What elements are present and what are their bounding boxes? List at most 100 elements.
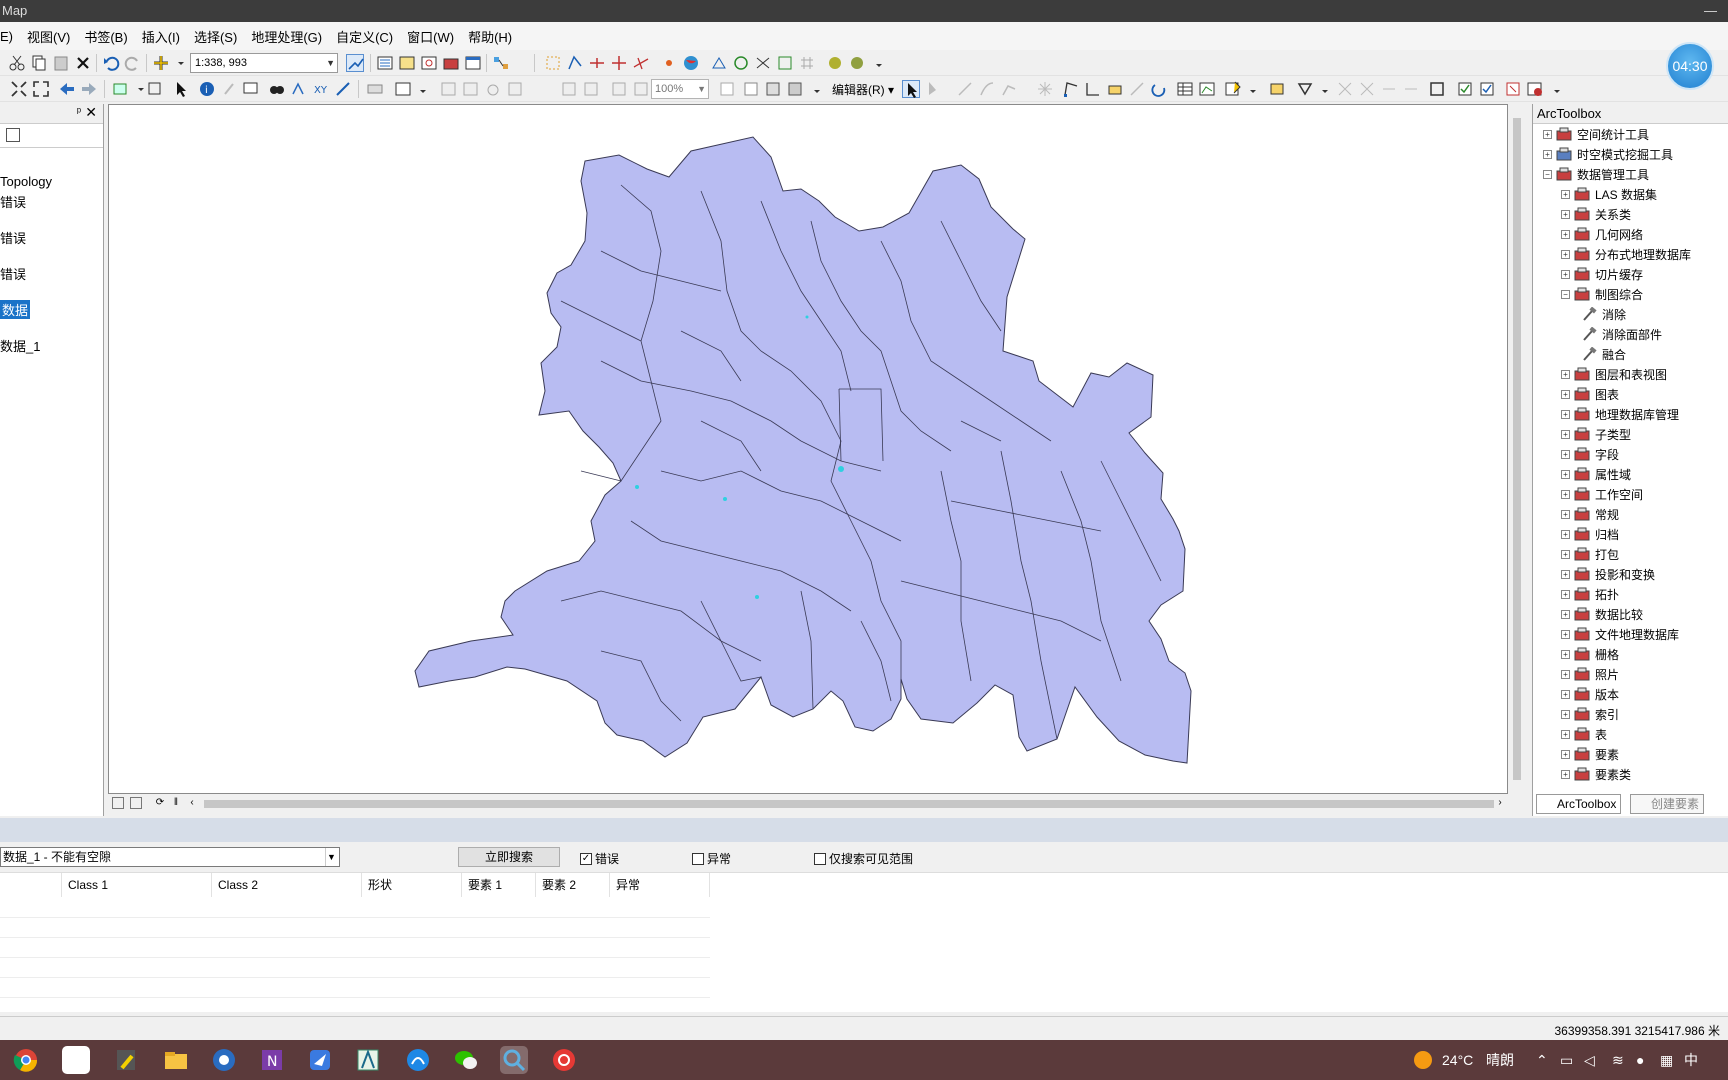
expand-icon[interactable]: + [1561, 489, 1570, 499]
expand-icon[interactable]: + [1561, 509, 1570, 519]
toolbox-item-10[interactable]: 消除面部件 [1581, 324, 1662, 344]
expand-icon[interactable]: + [1561, 609, 1570, 619]
search-window-icon[interactable] [420, 54, 438, 72]
expand-icon[interactable]: + [1561, 229, 1570, 239]
arctoolbox-icon[interactable] [442, 54, 460, 72]
refresh-icon[interactable]: ⟳ [154, 797, 166, 809]
checkbox-icon[interactable] [814, 852, 826, 865]
toolbox-item-5[interactable]: + 几何网络 [1561, 224, 1643, 244]
sketch-properties-icon[interactable] [1198, 80, 1216, 98]
toolbox-item-2[interactable]: − 数据管理工具 [1543, 164, 1649, 184]
menu-bookmarks[interactable]: 书签(B) [84, 27, 127, 46]
layout-view-icon[interactable] [130, 797, 142, 809]
table-of-contents-icon[interactable] [376, 54, 394, 72]
topology-select-icon[interactable] [1296, 80, 1314, 98]
delete-icon[interactable] [74, 54, 92, 72]
toc-layer-topology[interactable]: Topology [0, 174, 52, 189]
toolbox-item-17[interactable]: + 属性域 [1561, 464, 1631, 484]
time-slider-icon[interactable] [366, 80, 384, 98]
fixed-zoom-in-icon[interactable] [560, 80, 578, 98]
split-icon[interactable] [1128, 80, 1146, 98]
identify-icon[interactable]: i [198, 80, 216, 98]
rule-select[interactable]: 数据_1 - 不能有空隙 ▼ [0, 847, 340, 867]
tab-arctoolbox[interactable]: ArcToolbox [1536, 794, 1622, 814]
scroll-right-icon[interactable]: › [1494, 797, 1506, 809]
map-horizontal-scrollbar[interactable] [204, 800, 1494, 808]
chevron-down-icon[interactable] [1316, 80, 1328, 98]
undo-icon[interactable] [102, 54, 120, 72]
toggle-draft-icon[interactable] [718, 80, 736, 98]
toc-layer-data-1[interactable]: 数据_1 [0, 336, 40, 355]
validate-area-icon[interactable] [1456, 80, 1474, 98]
close-icon[interactable]: ✕ [85, 104, 97, 121]
zoom-out-fixed-icon[interactable] [32, 80, 50, 98]
data-view-icon[interactable] [112, 797, 124, 809]
cut-icon[interactable] [8, 54, 26, 72]
paste-icon[interactable] [52, 54, 70, 72]
toolbox-item-12[interactable]: + 图层和表视图 [1561, 364, 1667, 384]
column-header-exception[interactable]: 异常 [610, 873, 710, 897]
point-icon[interactable] [1036, 80, 1054, 98]
qq-icon[interactable]: ● [1636, 1040, 1644, 1080]
tray-expand-icon[interactable]: ⌃ [1536, 1040, 1548, 1080]
visible-extent-checkbox[interactable]: 仅搜索可见范围 [814, 850, 913, 867]
validate-extent-icon[interactable] [1478, 80, 1496, 98]
toolbox-item-18[interactable]: + 工作空间 [1561, 484, 1643, 504]
menu-view[interactable]: 视图(V) [27, 27, 70, 46]
column-header-class2[interactable]: Class 2 [212, 873, 362, 897]
edit-annotation-icon[interactable] [924, 80, 942, 98]
fix-topology-icon[interactable] [776, 54, 794, 72]
straight-segment-icon[interactable] [956, 80, 974, 98]
split-tool-icon[interactable] [588, 54, 606, 72]
globe-icon[interactable] [682, 54, 700, 72]
model-builder-icon[interactable] [492, 54, 510, 72]
expand-icon[interactable]: + [1561, 649, 1570, 659]
toc-layer-data-selected[interactable]: 数据 [0, 300, 31, 319]
toolbox-item-26[interactable]: + 栅格 [1561, 644, 1619, 664]
expand-icon[interactable]: + [1561, 389, 1570, 399]
chrome-icon[interactable] [12, 1046, 40, 1074]
expand-icon[interactable]: + [1561, 689, 1570, 699]
generalize-icon[interactable] [1402, 80, 1420, 98]
chevron-down-icon[interactable] [132, 80, 144, 98]
toolbox-item-32[interactable]: + 要素类 [1561, 764, 1631, 784]
collapse-icon[interactable]: − [1561, 289, 1570, 299]
battery-icon[interactable]: ▭ [1560, 1040, 1573, 1080]
toolbox-item-13[interactable]: + 图表 [1561, 384, 1619, 404]
toolbox-item-11[interactable]: 融合 [1581, 344, 1626, 364]
pin-icon[interactable]: ᵖ [77, 106, 81, 118]
select-features-icon[interactable] [112, 80, 130, 98]
html-popup-icon[interactable] [242, 80, 260, 98]
rotate-icon[interactable] [1150, 80, 1168, 98]
expand-icon[interactable]: + [1561, 409, 1570, 419]
grid-tool-icon[interactable] [798, 54, 816, 72]
volume-icon[interactable]: ◁ [1584, 1040, 1595, 1080]
chevron-down-icon[interactable] [1244, 80, 1256, 98]
toolbox-item-22[interactable]: + 投影和变换 [1561, 564, 1655, 584]
full-extent-icon[interactable] [10, 80, 28, 98]
wechat-icon[interactable] [452, 1046, 480, 1074]
toolbox-item-28[interactable]: + 版本 [1561, 684, 1619, 704]
chevron-down-icon[interactable] [414, 80, 426, 98]
clear-selection-icon[interactable] [146, 80, 164, 98]
topology-edit-tool-icon[interactable] [1336, 80, 1354, 98]
go-to-xy-icon[interactable]: XY [312, 80, 330, 98]
expand-icon[interactable]: + [1561, 449, 1570, 459]
cross-tool-icon[interactable] [610, 54, 628, 72]
checkbox-checked-icon[interactable]: ✓ [580, 852, 592, 865]
weather-temp[interactable]: 24°C [1442, 1040, 1473, 1080]
trace-icon[interactable] [1000, 80, 1018, 98]
vertex-edit-icon[interactable] [566, 54, 584, 72]
onenote-icon[interactable]: N [258, 1046, 286, 1074]
focus-data-frame-icon[interactable] [742, 80, 760, 98]
chevron-down-icon[interactable] [172, 54, 184, 72]
expand-icon[interactable]: + [1561, 369, 1570, 379]
expand-icon[interactable]: + [1561, 469, 1570, 479]
chevron-down-icon[interactable]: ▼ [697, 80, 706, 98]
browser-icon[interactable] [210, 1046, 238, 1074]
menu-insert[interactable]: 插入(I) [142, 27, 180, 46]
align-edge-icon[interactable] [1380, 80, 1398, 98]
measure-icon[interactable] [334, 80, 352, 98]
hyperlink-icon[interactable] [220, 80, 238, 98]
layout-zoom-out-icon[interactable] [462, 80, 480, 98]
